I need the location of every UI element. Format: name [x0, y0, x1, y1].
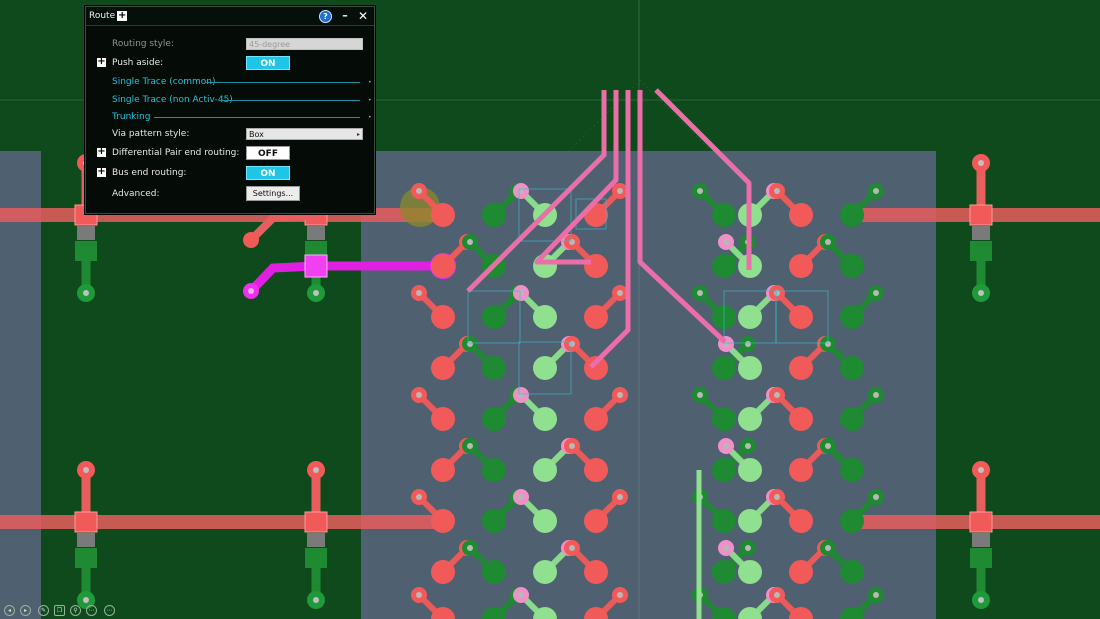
row-advanced: Advanced: Settings...	[86, 185, 374, 203]
bus-end-toggle[interactable]: ON	[246, 166, 290, 180]
collapse-dot-icon[interactable]: •	[368, 97, 372, 104]
row-via-pattern: Via pattern style: Box	[86, 125, 374, 143]
single-trace-non-activ-link[interactable]: Single Trace (non Activ-45)	[112, 95, 233, 105]
row-bus-end: + Bus end routing: ON	[86, 164, 374, 182]
more-icon[interactable]: ⋯	[104, 605, 115, 616]
routing-style-label: Routing style:	[112, 39, 174, 49]
single-trace-common-link[interactable]: Single Trace (common)	[112, 77, 216, 87]
next-icon[interactable]: ▸	[20, 605, 31, 616]
section-rule	[220, 100, 360, 101]
row-single-trace-non-activ[interactable]: Single Trace (non Activ-45) •	[86, 91, 374, 109]
help-icon[interactable]: ?	[319, 10, 332, 23]
push-aside-expand-icon[interactable]: +	[97, 57, 106, 67]
via-pattern-label: Via pattern style:	[112, 129, 190, 139]
section-rule	[206, 82, 360, 83]
row-single-trace-common[interactable]: Single Trace (common) •	[86, 73, 374, 91]
row-push-aside: + Push aside: ON	[86, 54, 374, 72]
row-trunking[interactable]: Trunking •	[86, 108, 374, 126]
row-routing-style: Routing style: 45-degree	[86, 35, 374, 53]
advanced-label: Advanced:	[112, 189, 160, 199]
edit-icon[interactable]: ✎	[38, 605, 49, 616]
push-aside-label: Push aside:	[112, 58, 164, 68]
more-icon[interactable]: ⋯	[86, 605, 97, 616]
bus-end-expand-icon[interactable]: +	[97, 167, 106, 177]
trunking-link[interactable]: Trunking	[112, 112, 150, 122]
prev-icon[interactable]: ◂	[4, 605, 15, 616]
minimize-icon[interactable]: –	[338, 9, 352, 23]
pin-plus-icon[interactable]: +	[117, 11, 127, 21]
route-panel-title: Route	[89, 11, 116, 21]
diff-pair-label: Differential Pair end routing:	[112, 148, 240, 158]
settings-button[interactable]: Settings...	[246, 186, 300, 201]
row-diff-pair: + Differential Pair end routing: OFF	[86, 144, 374, 162]
zoom-icon[interactable]: ⚲	[70, 605, 81, 616]
collapse-dot-icon[interactable]: •	[368, 114, 372, 121]
diff-pair-expand-icon[interactable]: +	[97, 147, 106, 157]
bus-end-label: Bus end routing:	[112, 168, 187, 178]
route-panel[interactable]: Route + ? – ✕ Routing style: 45-degree +…	[85, 6, 375, 214]
route-panel-titlebar[interactable]: Route + ? – ✕	[86, 7, 374, 26]
via-pattern-select[interactable]: Box	[246, 128, 363, 141]
copy-icon[interactable]: ❐	[54, 605, 65, 616]
section-rule	[154, 117, 360, 118]
routing-style-field: 45-degree	[246, 38, 363, 50]
close-icon[interactable]: ✕	[356, 9, 370, 23]
collapse-dot-icon[interactable]: •	[368, 79, 372, 86]
push-aside-toggle[interactable]: ON	[246, 56, 290, 70]
diff-pair-toggle[interactable]: OFF	[246, 146, 290, 160]
